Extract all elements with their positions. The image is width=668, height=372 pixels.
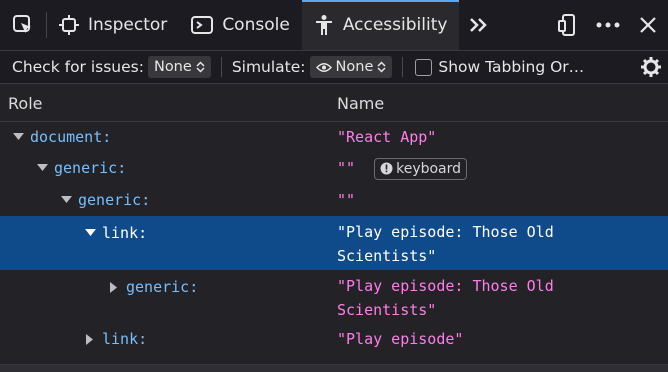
tree-row-selected[interactable]: link: "Play episode: Those Old Scientist… [0,216,668,270]
tree-role: document: [30,128,112,146]
show-tabbing-order-label: Show Tabbing Or… [438,58,585,76]
simulate-label: Simulate: [231,58,306,76]
tree-name-line-2: Scientists" [337,301,437,319]
tree-row[interactable]: generic: "" keyboard [0,152,668,184]
collapsed-twisty-icon[interactable] [108,281,120,293]
tab-accessibility-label: Accessibility [342,15,448,35]
tree-row[interactable]: document: "React App" [0,122,668,152]
tree-role: generic: [54,159,127,177]
gear-icon[interactable] [640,56,662,78]
check-issues-label: Check for issues: [12,58,144,76]
tree-name-line-1: "Play episode: Those Old [337,277,554,295]
updown-arrows-icon [377,61,386,73]
tree-role: generic: [78,191,151,209]
tree-name-line-2: Scientists" [337,247,437,265]
element-picker-button[interactable] [0,0,46,50]
role-column-header[interactable]: Role [8,94,42,113]
tree-role: link: [102,330,148,348]
show-tabbing-order-checkbox[interactable] [415,58,433,76]
expanded-twisty-icon[interactable] [84,227,96,239]
tree-name: "" [337,191,356,209]
simulate-value: None [335,59,374,75]
inspector-icon [59,15,79,35]
expanded-twisty-icon[interactable] [60,194,72,206]
info-icon [380,162,393,175]
tree-row[interactable]: generic: "Play episode: Those Old Scient… [0,270,668,324]
tree-role: link: [102,224,148,242]
tab-accessibility[interactable]: Accessibility [301,0,460,50]
collapsed-twisty-icon[interactable] [84,333,96,345]
accessibility-tree: document: "React App" generic: "" keyboa… [0,122,668,354]
ellipsis-icon [596,22,620,28]
tab-console-label: Console [222,15,290,35]
tree-role: generic: [126,278,199,296]
expanded-twisty-icon[interactable] [36,162,48,174]
keyboard-badge[interactable]: keyboard [374,157,468,180]
tab-console[interactable]: Console [179,0,302,50]
tree-name-line-1: "Play episode: Those Old [337,223,554,241]
tree-row[interactable]: generic: "" [0,184,668,216]
devtools-toolbar: Inspector Console Accessibility [0,0,668,51]
tree-name: "" [337,159,356,177]
tree-name: "React App" [337,128,437,146]
updown-arrows-icon [196,61,205,73]
chevrons-right-icon [470,18,488,32]
simulate-select[interactable]: None [309,56,393,78]
tree-header: Role Name [0,85,668,122]
filterbar-separator [220,57,222,77]
check-issues-value: None [153,59,192,75]
eye-icon [315,62,332,72]
filterbar-separator [402,57,404,77]
more-tabs-button[interactable] [459,0,499,50]
name-column-header[interactable]: Name [337,94,384,113]
more-options-button[interactable] [588,0,628,50]
responsive-design-button[interactable] [548,0,588,50]
accessibility-filterbar: Check for issues: None Simulate: None Sh… [0,51,668,84]
tree-row[interactable]: link: "Play episode" [0,324,668,354]
check-issues-select[interactable]: None [147,56,211,78]
tab-inspector-label: Inspector [88,15,168,35]
responsive-design-icon [558,14,575,36]
tab-inspector[interactable]: Inspector [47,0,179,50]
close-icon [640,17,656,33]
close-devtools-button[interactable] [628,0,668,50]
console-icon [191,16,214,34]
tree-name: "Play episode" [337,330,464,348]
element-picker-icon [13,15,31,33]
keyboard-badge-label: keyboard [396,160,462,177]
accessibility-icon [315,15,332,35]
expanded-twisty-icon[interactable] [12,131,24,143]
